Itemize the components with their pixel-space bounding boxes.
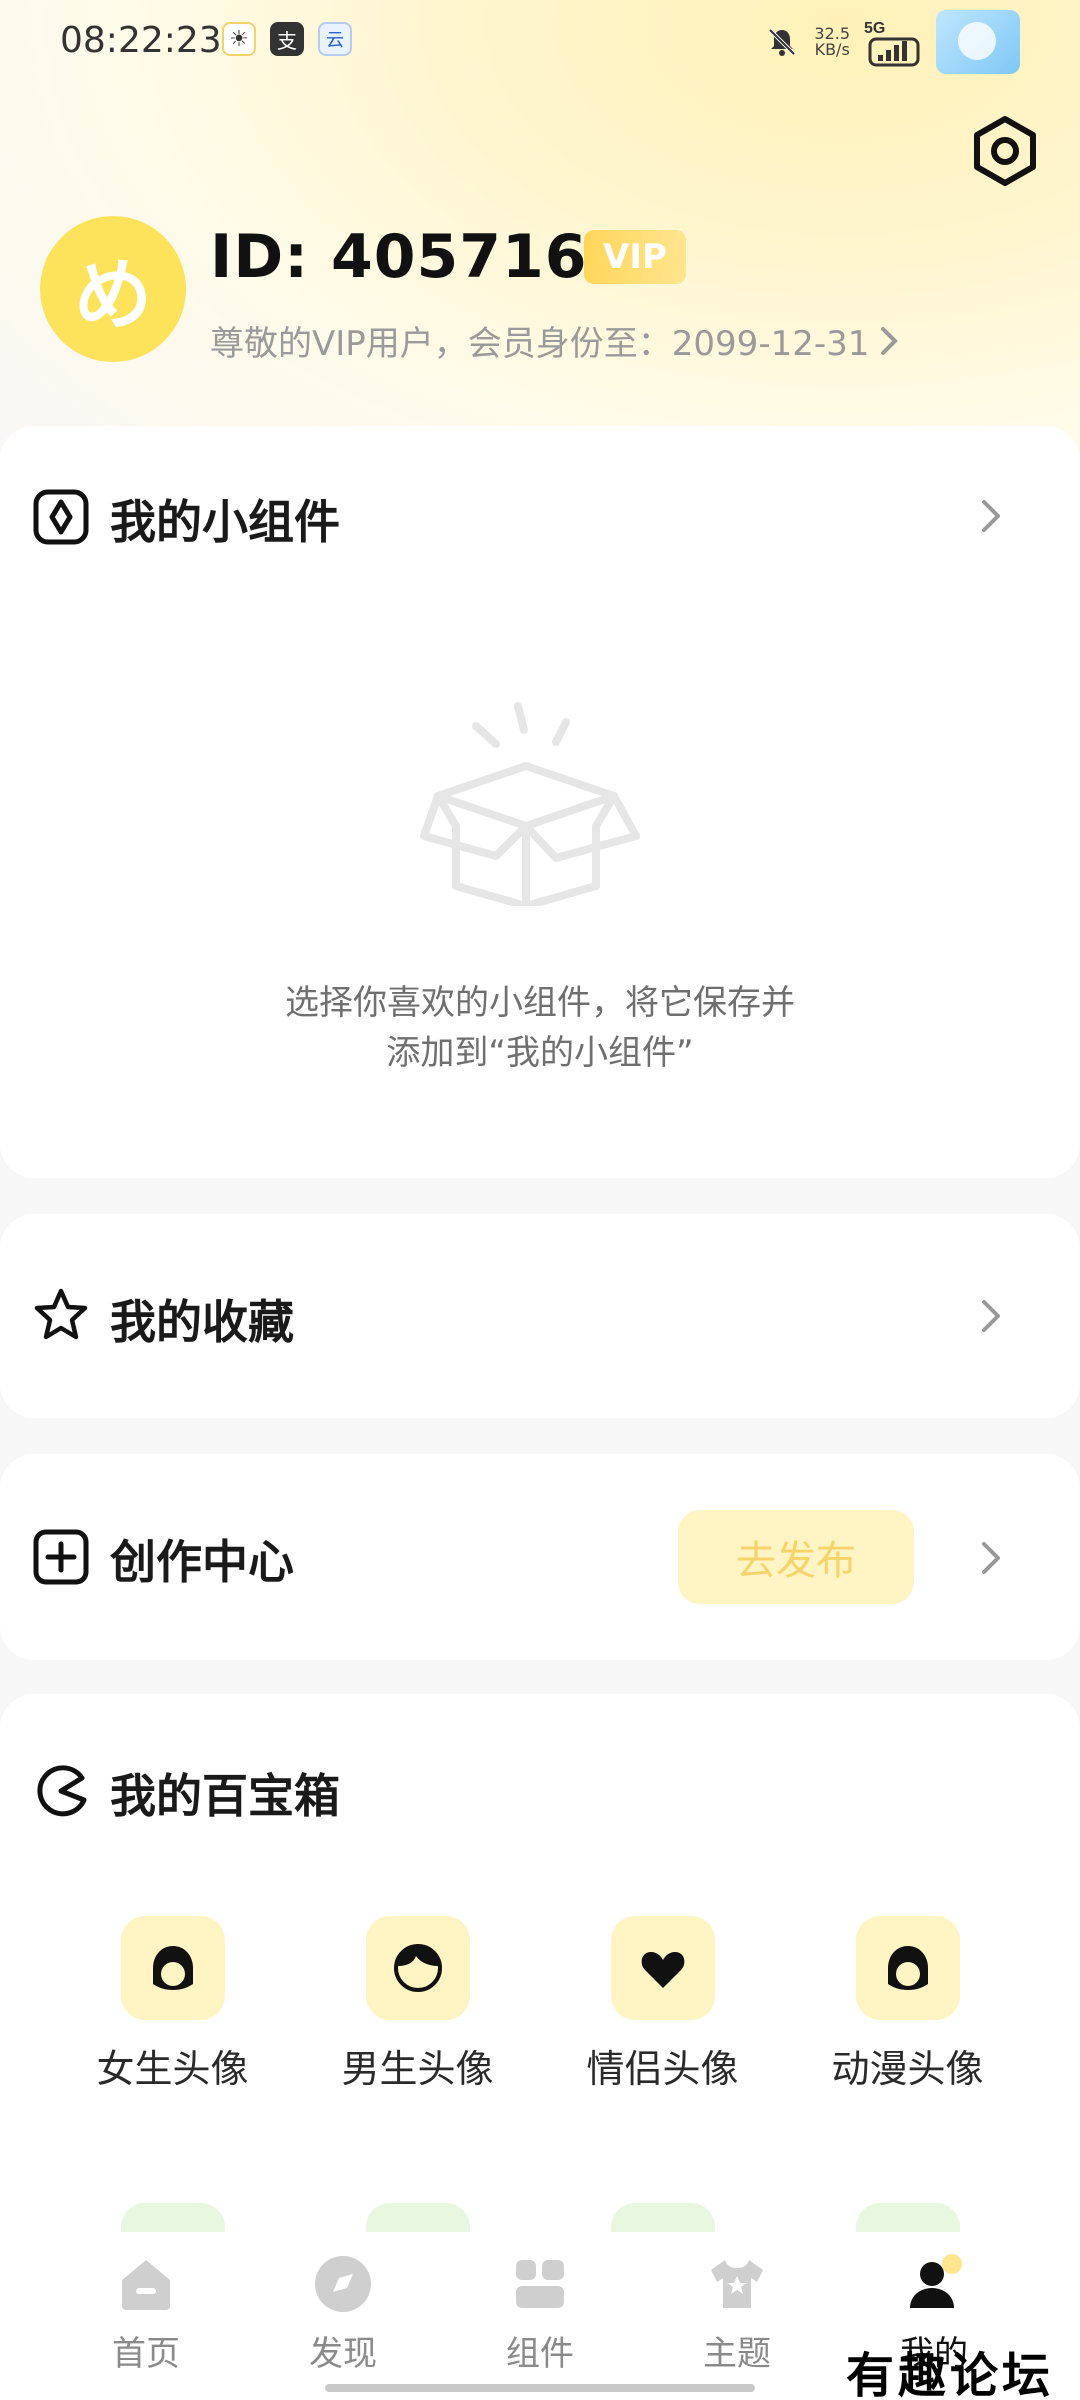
watermark: 有趣论坛 (845, 2348, 1054, 2400)
chevron-right-icon (982, 1542, 1000, 1574)
avatar[interactable]: め (40, 216, 186, 362)
star-icon (34, 1288, 88, 1340)
tool-boy-avatar[interactable]: 男生头像 (295, 1916, 540, 2093)
publish-button[interactable]: 去发布 (678, 1510, 914, 1604)
chevron-right-icon (881, 326, 899, 355)
svg-text:5G: 5G (864, 20, 885, 37)
nav-discover[interactable]: 发现 (263, 2252, 423, 2375)
widget-diamond-icon (33, 489, 89, 545)
user-id: ID: 4057163 (210, 222, 631, 292)
heart-icon (610, 1916, 715, 2020)
membership-text: 尊敬的VIP用户，会员身份至：2099-12-31 (210, 324, 870, 364)
girl-avatar-icon (120, 1916, 225, 2020)
nav-home[interactable]: 首页 (66, 2252, 226, 2375)
my-widgets-title[interactable]: 我的小组件 (110, 486, 340, 552)
home-indicator[interactable] (325, 2384, 755, 2392)
membership-info[interactable]: 尊敬的VIP用户，会员身份至：2099-12-31 (210, 316, 899, 365)
nav-widget[interactable]: 组件 (460, 2252, 620, 2375)
tool-couple-avatar[interactable]: 情侣头像 (540, 1916, 785, 2093)
status-bar: 08:22:23 ☀ 支 云 32.5 KB/s 5G (0, 0, 1080, 84)
nav-theme[interactable]: 主题 (657, 2252, 817, 2375)
home-icon (122, 2260, 170, 2310)
network-speed: 32.5 KB/s (814, 24, 850, 59)
anime-avatar-icon (855, 1916, 960, 2020)
user-icon (910, 2254, 962, 2308)
signal-5g-icon: 5G (864, 20, 920, 67)
widget-grid-icon (516, 2260, 564, 2308)
sun-icon: ☀ (222, 22, 256, 56)
my-favorites-card[interactable]: 我的收藏 (0, 1214, 1080, 1418)
tool-girl-avatar[interactable]: 女生头像 (50, 1916, 295, 2093)
status-right: 32.5 KB/s 5G (764, 10, 1020, 74)
compass-icon (315, 2256, 371, 2312)
mute-bell-icon (768, 28, 796, 56)
settings-icon[interactable] (968, 114, 1042, 188)
status-time: 08:22:23 (60, 20, 222, 61)
creation-center-card[interactable]: 创作中心 去发布 (0, 1454, 1080, 1660)
cloud-app-icon: 云 (318, 22, 352, 56)
empty-box-icon (420, 702, 640, 906)
tshirt-icon (711, 2260, 763, 2308)
empty-hint: 选择你喜欢的小组件，将它保存并 添加到“我的小组件” (285, 983, 795, 1073)
boy-avatar-icon (365, 1916, 470, 2020)
notification-icons: ☀ 支 云 (222, 22, 352, 56)
vip-badge: VIP (584, 230, 686, 284)
my-favorites-title: 我的收藏 (110, 1295, 294, 1349)
tool-anime-avatar[interactable]: 动漫头像 (785, 1916, 1030, 2093)
plus-square-icon (33, 1529, 89, 1585)
toolbox-title: 我的百宝箱 (110, 1769, 340, 1823)
my-widgets-card: 我的小组件 选择你喜欢的小组件，将它保存并 添加到“我的小组件” (0, 426, 1080, 1178)
user-mini-avatar (936, 10, 1020, 74)
creation-center-title: 创作中心 (110, 1535, 294, 1589)
alipay-icon: 支 (270, 22, 304, 56)
chevron-right-icon (982, 1300, 1000, 1332)
pacman-icon (37, 1765, 87, 1817)
chevron-right-icon[interactable] (980, 496, 1004, 536)
